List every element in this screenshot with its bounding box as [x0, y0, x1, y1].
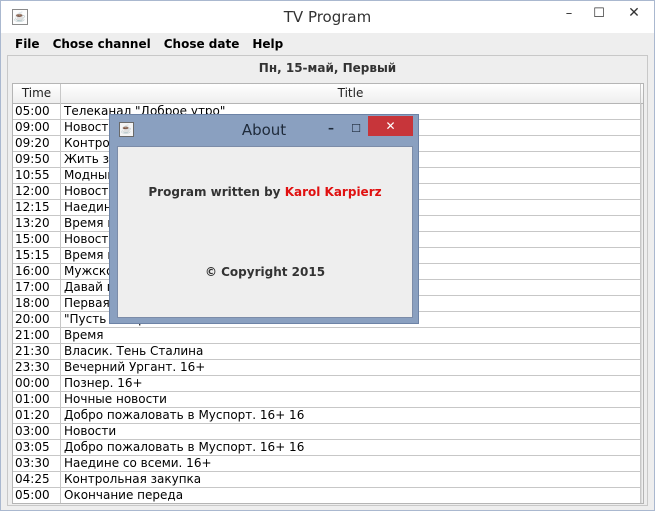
- table-row[interactable]: 03:05 Добро пожаловать в Муспорт. 16+ 16: [13, 440, 641, 456]
- scroll-down-arrow-icon[interactable]: ▼: [642, 487, 643, 503]
- maximize-button[interactable]: ☐: [584, 1, 614, 25]
- cell-title: Время: [61, 328, 641, 344]
- menu-chose-date[interactable]: Chose date: [164, 37, 240, 51]
- cell-title: Добро пожаловать в Муспорт. 16+ 16: [61, 440, 641, 456]
- maximize-icon: ☐: [351, 121, 361, 135]
- cell-title: Вечерний Ургант. 16+: [61, 360, 641, 376]
- table-row[interactable]: 00:00 Познер. 16+: [13, 376, 641, 392]
- table-row[interactable]: 03:00 Новости: [13, 424, 641, 440]
- cell-time: 13:20: [13, 216, 61, 232]
- cell-title: Власик. Тень Сталина: [61, 344, 641, 360]
- cell-time: 09:50: [13, 152, 61, 168]
- cell-time: 03:30: [13, 456, 61, 472]
- cell-time: 21:00: [13, 328, 61, 344]
- date-channel-label: Пн, 15-май, Первый: [258, 61, 397, 75]
- cell-time: 01:20: [13, 408, 61, 424]
- table-row[interactable]: 01:00 Ночные новости: [13, 392, 641, 408]
- menu-file[interactable]: File: [15, 37, 40, 51]
- cell-time: 16:00: [13, 264, 61, 280]
- close-icon: ✕: [628, 5, 640, 21]
- cell-time: 09:20: [13, 136, 61, 152]
- cell-time: 09:00: [13, 120, 61, 136]
- cell-time: 03:05: [13, 440, 61, 456]
- program-prefix: Program written by: [148, 185, 285, 199]
- table-row[interactable]: 05:00 Окончание переда: [13, 488, 641, 503]
- cell-time: 21:30: [13, 344, 61, 360]
- about-minimize-button[interactable]: –: [318, 117, 344, 139]
- cell-time: 00:00: [13, 376, 61, 392]
- close-button[interactable]: ✕: [614, 1, 654, 25]
- cell-title: Контрольная закупка: [61, 472, 641, 488]
- program-written-by-text: Program written by Karol Karpierz: [118, 185, 412, 199]
- close-icon: ✕: [385, 119, 396, 133]
- cell-title: Окончание переда: [61, 488, 641, 503]
- cell-title: Добро пожаловать в Муспорт. 16+ 16: [61, 408, 641, 424]
- about-body: Program written by Karol Karpierz © Copy…: [117, 146, 413, 318]
- minimize-icon: –: [328, 121, 334, 135]
- copyright-text: © Copyright 2015: [204, 265, 326, 279]
- cell-title: Ночные новости: [61, 392, 641, 408]
- cell-time: 10:55: [13, 168, 61, 184]
- scroll-up-arrow-icon[interactable]: ▲: [642, 104, 643, 120]
- cell-time: 12:00: [13, 184, 61, 200]
- table-row[interactable]: 04:25 Контрольная закупка: [13, 472, 641, 488]
- menu-chose-channel[interactable]: Chose channel: [53, 37, 151, 51]
- column-header-title[interactable]: Title: [61, 84, 641, 104]
- cell-title: Новости: [61, 424, 641, 440]
- cell-time: 03:00: [13, 424, 61, 440]
- table-row[interactable]: 23:30 Вечерний Ургант. 16+: [13, 360, 641, 376]
- cell-time: 15:15: [13, 248, 61, 264]
- cell-time: 23:30: [13, 360, 61, 376]
- cell-time: 05:00: [13, 488, 61, 503]
- cell-time: 05:00: [13, 104, 61, 120]
- table-row[interactable]: 21:00 Время: [13, 328, 641, 344]
- cell-time: 20:00: [13, 312, 61, 328]
- about-title-bar[interactable]: ☕ About – ☐ ✕: [110, 115, 418, 144]
- cell-time: 12:15: [13, 200, 61, 216]
- cell-title: Наедине со всеми. 16+: [61, 456, 641, 472]
- about-close-button[interactable]: ✕: [368, 116, 413, 136]
- table-row[interactable]: 21:30 Власик. Тень Сталина: [13, 344, 641, 360]
- vertical-scrollbar[interactable]: ▲ ≡ ▼: [641, 104, 643, 503]
- cell-time: 18:00: [13, 296, 61, 312]
- maximize-icon: ☐: [593, 5, 605, 21]
- table-header: Time Title: [13, 84, 643, 104]
- column-header-time[interactable]: Time: [13, 84, 61, 104]
- menu-help[interactable]: Help: [252, 37, 283, 51]
- about-maximize-button[interactable]: ☐: [344, 117, 368, 139]
- minimize-icon: –: [565, 5, 573, 21]
- menu-bar: File Chose channel Chose date Help: [7, 33, 648, 55]
- table-row[interactable]: 03:30 Наедине со всеми. 16+: [13, 456, 641, 472]
- cell-time: 01:00: [13, 392, 61, 408]
- cell-title: Познер. 16+: [61, 376, 641, 392]
- cell-time: 17:00: [13, 280, 61, 296]
- table-row[interactable]: 01:20 Добро пожаловать в Муспорт. 16+ 16: [13, 408, 641, 424]
- minimize-button[interactable]: –: [554, 1, 584, 25]
- author-name: Karol Karpierz: [284, 185, 382, 199]
- cell-time: 15:00: [13, 232, 61, 248]
- cell-time: 04:25: [13, 472, 61, 488]
- about-dialog: ☕ About – ☐ ✕ Program written by Karol K…: [109, 114, 419, 324]
- title-bar[interactable]: ☕ TV Program – ☐ ✕: [1, 1, 654, 33]
